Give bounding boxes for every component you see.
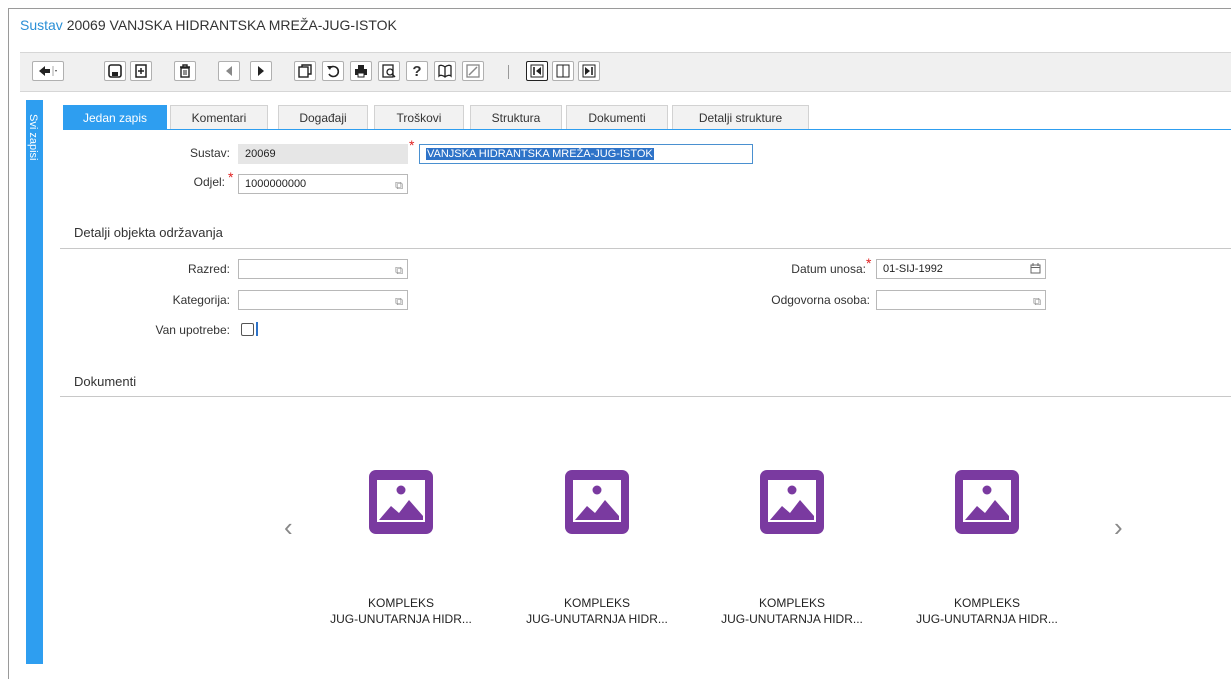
copy-icon bbox=[298, 64, 312, 78]
odgovorna-osoba-label: Odgovorna osoba: bbox=[771, 293, 870, 307]
details-divider bbox=[60, 248, 1231, 249]
title-record-name: VANJSKA HIDRANTSKA MREŽA-JUG-ISTOK bbox=[109, 17, 397, 33]
sidebar-label: Svi zapisi bbox=[27, 114, 39, 161]
sustav-field: 20069 bbox=[238, 144, 408, 164]
lookup-icon[interactable]: ⧉ bbox=[395, 293, 403, 311]
refresh-icon bbox=[326, 64, 340, 78]
odjel-label: Odjel: bbox=[193, 175, 225, 189]
document-title: KOMPLEKS bbox=[563, 596, 631, 610]
required-marker: * bbox=[866, 255, 872, 271]
odgovorna-osoba-field[interactable]: ⧉ bbox=[876, 290, 1046, 310]
clear-icon bbox=[466, 64, 480, 78]
focus-caret bbox=[256, 322, 258, 336]
odjel-value: 1000000000 bbox=[245, 178, 307, 190]
kategorija-label: Kategorija: bbox=[172, 293, 230, 307]
document-subtitle: JUG-UNUTARNJA HIDR... bbox=[526, 612, 668, 626]
image-thumbnail-icon bbox=[565, 470, 629, 534]
tab-komentari[interactable]: Komentari bbox=[170, 105, 268, 129]
van-upotrebe-label: Van upotrebe: bbox=[155, 323, 230, 337]
document-title: KOMPLEKS bbox=[758, 596, 826, 610]
document-subtitle: JUG-UNUTARNJA HIDR... bbox=[330, 612, 472, 626]
book-icon bbox=[438, 64, 452, 78]
previous-icon bbox=[224, 65, 234, 77]
print-button[interactable] bbox=[350, 61, 372, 81]
carousel-next-icon[interactable]: › bbox=[1114, 512, 1123, 543]
carousel-prev-icon[interactable]: ‹ bbox=[284, 512, 293, 543]
previous-record-button[interactable] bbox=[218, 61, 240, 81]
kategorija-field[interactable]: ⧉ bbox=[238, 290, 408, 310]
back-button[interactable] bbox=[32, 61, 64, 81]
tab-troskovi[interactable]: Troškovi bbox=[374, 105, 464, 129]
split-panel-button[interactable] bbox=[552, 61, 574, 81]
razred-label: Razred: bbox=[187, 262, 230, 276]
refresh-button[interactable] bbox=[322, 61, 344, 81]
image-thumbnail-icon bbox=[760, 470, 824, 534]
tab-jedan-zapis[interactable]: Jedan zapis bbox=[63, 105, 167, 129]
van-upotrebe-checkbox[interactable] bbox=[241, 323, 254, 336]
image-thumbnail-icon bbox=[369, 470, 433, 534]
help-icon: ? bbox=[412, 62, 422, 80]
calendar-icon[interactable] bbox=[1030, 262, 1041, 280]
title-record-id: 20069 bbox=[66, 17, 106, 33]
tab-underline bbox=[63, 129, 1231, 130]
sustav-value: 20069 bbox=[245, 148, 276, 160]
split-panel-icon bbox=[556, 64, 570, 78]
sustav-name-field[interactable]: VANJSKA HIDRANTSKA MREŽA-JUG-ISTOK bbox=[419, 144, 753, 164]
last-panel-button[interactable] bbox=[578, 61, 600, 81]
delete-button[interactable] bbox=[174, 61, 196, 81]
document-title: KOMPLEKS bbox=[953, 596, 1021, 610]
required-marker: * bbox=[228, 169, 234, 185]
delete-icon bbox=[178, 64, 192, 78]
sustav-label: Sustav: bbox=[189, 146, 230, 160]
document-subtitle: JUG-UNUTARNJA HIDR... bbox=[721, 612, 863, 626]
required-marker: * bbox=[409, 137, 415, 153]
new-record-icon bbox=[134, 64, 148, 78]
odjel-field[interactable]: 1000000000 ⧉ bbox=[238, 174, 408, 194]
all-records-sidebar[interactable]: Svi zapisi bbox=[26, 100, 43, 664]
datum-unosa-label: Datum unosa: bbox=[791, 262, 866, 276]
datum-unosa-value: 01-SIJ-1992 bbox=[883, 263, 943, 275]
last-panel-icon bbox=[582, 64, 596, 78]
new-record-button[interactable] bbox=[130, 61, 152, 81]
first-panel-button[interactable] bbox=[526, 61, 548, 81]
preview-icon bbox=[382, 64, 396, 78]
tab-dokumenti[interactable]: Dokumenti bbox=[566, 105, 668, 129]
sustav-name-value: VANJSKA HIDRANTSKA MREŽA-JUG-ISTOK bbox=[426, 148, 654, 160]
documents-divider bbox=[60, 396, 1231, 397]
lookup-icon[interactable]: ⧉ bbox=[395, 177, 403, 195]
razred-field[interactable]: ⧉ bbox=[238, 259, 408, 279]
print-icon bbox=[354, 64, 368, 78]
save-button[interactable] bbox=[104, 61, 126, 81]
back-arrow-icon bbox=[38, 65, 58, 77]
title-prefix[interactable]: Sustav bbox=[20, 17, 63, 33]
tab-struktura[interactable]: Struktura bbox=[470, 105, 562, 129]
copy-button[interactable] bbox=[294, 61, 316, 81]
tab-detalji-strukture[interactable]: Detalji strukture bbox=[672, 105, 809, 129]
help-button[interactable]: ? bbox=[406, 61, 428, 81]
document-subtitle: JUG-UNUTARNJA HIDR... bbox=[916, 612, 1058, 626]
page-title: Sustav 20069 VANJSKA HIDRANTSKA MREŽA-JU… bbox=[20, 17, 397, 33]
details-section-title: Detalji objekta održavanja bbox=[74, 225, 223, 240]
image-thumbnail-icon bbox=[955, 470, 1019, 534]
save-icon bbox=[108, 64, 122, 78]
manual-button[interactable] bbox=[434, 61, 456, 81]
lookup-icon[interactable]: ⧉ bbox=[395, 262, 403, 280]
tab-dogadaji[interactable]: Događaji bbox=[278, 105, 368, 129]
clear-button[interactable] bbox=[462, 61, 484, 81]
first-panel-icon bbox=[530, 64, 544, 78]
toolbar-separator bbox=[508, 65, 509, 79]
preview-button[interactable] bbox=[378, 61, 400, 81]
documents-section-title: Dokumenti bbox=[74, 374, 137, 389]
document-title: KOMPLEKS bbox=[367, 596, 435, 610]
next-record-button[interactable] bbox=[250, 61, 272, 81]
toolbar: ? bbox=[20, 52, 1231, 92]
lookup-icon[interactable]: ⧉ bbox=[1033, 293, 1041, 311]
next-icon bbox=[256, 65, 266, 77]
datum-unosa-field[interactable]: 01-SIJ-1992 bbox=[876, 259, 1046, 279]
